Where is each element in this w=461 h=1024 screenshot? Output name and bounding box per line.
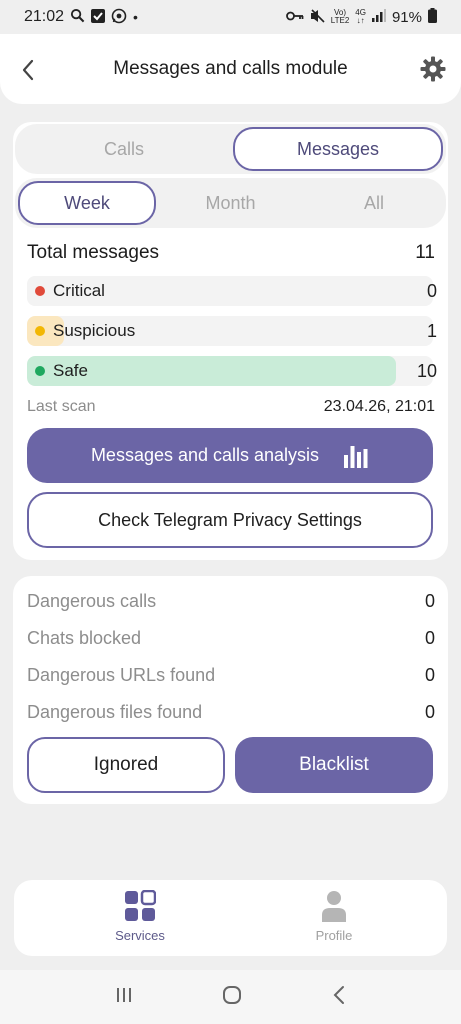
critical-row: Critical 0 [27, 276, 447, 306]
critical-label-group: Critical [35, 276, 105, 306]
bar-chart-icon [344, 445, 368, 468]
analysis-button[interactable]: Messages and calls analysis [27, 428, 433, 483]
period-tab-bar: Week Month All [15, 178, 446, 228]
settings-button[interactable] [419, 55, 447, 83]
total-messages-row: Total messages 11 [27, 242, 435, 264]
signal-icon [371, 9, 386, 25]
type-tab-bar: Calls Messages [15, 124, 446, 174]
dangerous-files-row: Dangerous files found 0 [27, 702, 435, 723]
dangerous-calls-row: Dangerous calls 0 [27, 591, 435, 612]
more-notifications-dot-icon: • [133, 9, 138, 25]
dangerous-calls-label: Dangerous calls [27, 591, 157, 611]
profile-icon [322, 891, 346, 922]
whatsapp-icon [111, 8, 127, 27]
back-button[interactable] [16, 56, 40, 84]
nav-label-profile: Profile [315, 928, 353, 943]
dangerous-files-label: Dangerous files found [27, 702, 203, 722]
nav-label-services: Services [115, 928, 165, 943]
key-icon [285, 10, 304, 25]
danger-summary-card: Dangerous calls 0 Chats blocked 0 Danger… [13, 576, 448, 804]
critical-label: Critical [53, 281, 105, 300]
blacklist-button[interactable]: Blacklist [235, 737, 433, 793]
checkbox-notification-icon [91, 8, 106, 26]
safe-row: Safe 10 [27, 356, 447, 386]
status-right: Vo) LTE2 4G ↓↑ 91% [285, 8, 437, 26]
mute-icon [310, 8, 325, 26]
recent-apps-icon[interactable] [115, 986, 133, 1009]
dangerous-files-value: 0 [424, 702, 435, 722]
dangerous-urls-value: 0 [424, 665, 435, 685]
app-header: Messages and calls module [0, 34, 461, 104]
nav-item-profile[interactable]: Profile [274, 890, 394, 943]
battery-icon [428, 8, 437, 26]
suspicious-value: 1 [426, 320, 437, 341]
last-scan-value: 23.04.26, 21:01 [323, 398, 435, 415]
total-messages-label: Total messages [27, 242, 160, 263]
suspicious-label-group: Suspicious [35, 316, 135, 346]
search-icon [70, 8, 85, 26]
safe-label-group: Safe [35, 356, 88, 386]
tab-messages[interactable]: Messages [233, 127, 443, 171]
dangerous-calls-value: 0 [424, 591, 435, 611]
battery-percent: 91% [391, 8, 422, 26]
safe-label: Safe [53, 361, 88, 380]
analysis-button-label: Messages and calls analysis [90, 445, 320, 465]
bottom-navigation: Services Profile [14, 880, 447, 956]
home-icon[interactable] [222, 985, 242, 1010]
status-left: 21:02 • [24, 8, 138, 27]
data-arrows-text: ↓↑ [356, 16, 365, 25]
chats-blocked-label: Chats blocked [27, 628, 142, 648]
total-messages-value: 11 [415, 242, 435, 263]
volte-bottom-text: LTE2 [330, 16, 350, 25]
last-scan-label: Last scan [27, 398, 96, 415]
page-title: Messages and calls module [113, 58, 348, 79]
safe-value: 10 [416, 360, 437, 381]
critical-dot-icon [35, 286, 45, 296]
tab-month[interactable]: Month [162, 181, 299, 225]
messages-summary-card: Calls Messages Week Month All Total mess… [13, 122, 448, 560]
status-time: 21:02 [24, 8, 65, 25]
safe-dot-icon [35, 366, 45, 376]
chevron-left-icon [22, 59, 34, 81]
dangerous-urls-row: Dangerous URLs found 0 [27, 665, 435, 686]
last-scan-row: Last scan 23.04.26, 21:01 [27, 398, 435, 416]
data-indicator: 4G ↓↑ [355, 9, 366, 25]
suspicious-row: Suspicious 1 [27, 316, 447, 346]
suspicious-label: Suspicious [53, 321, 136, 340]
suspicious-dot-icon [35, 326, 45, 336]
system-back-icon[interactable] [332, 985, 346, 1010]
system-navigation-bar [0, 970, 461, 1024]
chats-blocked-row: Chats blocked 0 [27, 628, 435, 649]
services-grid-icon [125, 890, 156, 921]
check-telegram-privacy-button[interactable]: Check Telegram Privacy Settings [27, 492, 433, 548]
status-bar: 21:02 • Vo) LTE2 4G ↓↑ 91% [0, 0, 461, 34]
tab-week[interactable]: Week [18, 181, 156, 225]
volte-indicator: Vo) LTE2 [331, 9, 350, 25]
gear-icon [420, 56, 446, 82]
critical-value: 0 [426, 280, 437, 301]
tab-calls[interactable]: Calls [18, 127, 230, 171]
chats-blocked-value: 0 [424, 628, 435, 648]
ignored-button[interactable]: Ignored [27, 737, 225, 793]
nav-item-services[interactable]: Services [80, 890, 200, 943]
tab-all[interactable]: All [305, 181, 443, 225]
dangerous-urls-label: Dangerous URLs found [27, 665, 216, 685]
